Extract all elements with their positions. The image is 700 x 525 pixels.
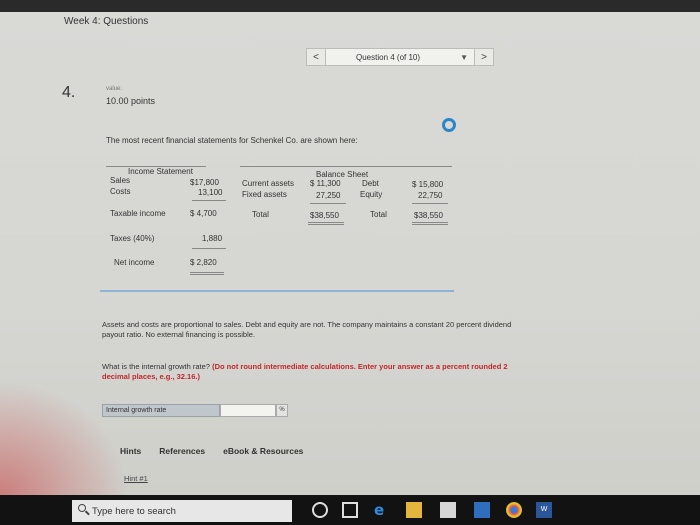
word-icon[interactable]: W <box>536 502 552 518</box>
file-explorer-icon[interactable] <box>406 502 422 518</box>
bs-underline <box>412 203 448 204</box>
progress-ring-icon[interactable] <box>442 118 456 132</box>
browser-screen: Week 4: Questions < Question 4 (of 10) ▼… <box>0 0 700 495</box>
store-icon[interactable] <box>440 502 456 518</box>
edge-browser-icon[interactable]: e <box>374 502 390 518</box>
question-points: 10.00 points <box>106 96 156 106</box>
bs-asset-label: Current assets <box>242 179 295 188</box>
question-select[interactable]: Question 4 (of 10) ▼ <box>326 48 474 66</box>
bs-asset-value: $ 11,300 <box>310 179 341 188</box>
is-label: Taxable income <box>110 209 166 218</box>
resource-tabs: Hints References eBook & Resources <box>120 446 303 456</box>
is-underline <box>192 248 226 249</box>
balance-sheet-title: Balance Sheet <box>316 170 369 179</box>
question-prompt: What is the internal growth rate? (Do no… <box>102 362 532 382</box>
is-label: Costs <box>110 187 131 196</box>
answer-row: Internal growth rate % <box>102 404 288 417</box>
bs-asset-value: $38,550 <box>310 211 339 220</box>
bs-asset-value: 27,250 <box>316 191 341 200</box>
page-title: Week 4: Questions <box>64 16 149 27</box>
bs-double-underline <box>412 222 448 225</box>
next-question-button[interactable]: > <box>474 48 494 66</box>
bs-asset-label: Fixed assets <box>242 190 287 199</box>
bs-liab-label: Total <box>370 210 387 219</box>
is-value: 13,100 <box>198 188 223 197</box>
financial-statements: Income Statement Balance Sheet Sales $17… <box>106 166 454 296</box>
question-paragraph: Assets and costs are proportional to sal… <box>102 320 512 339</box>
is-double-underline <box>190 272 224 275</box>
hint-link[interactable]: Hint #1 <box>124 474 148 483</box>
bs-liab-label: Equity <box>360 190 383 199</box>
bs-liab-value: $38,550 <box>414 211 443 220</box>
search-icon <box>78 504 86 512</box>
is-value: 1,880 <box>202 234 223 243</box>
tab-references[interactable]: References <box>159 446 205 456</box>
question-number: 4. <box>62 84 76 101</box>
is-label: Sales <box>110 176 131 185</box>
prev-question-button[interactable]: < <box>306 48 326 66</box>
bs-liab-value: $ 15,800 <box>412 180 444 189</box>
screen-glare <box>0 380 130 495</box>
answer-label: Internal growth rate <box>102 404 220 417</box>
income-statement-title: Income Statement <box>128 167 193 176</box>
question-select-label: Question 4 (of 10) <box>356 52 421 62</box>
is-value: $ 4,700 <box>190 209 217 218</box>
taskbar-search-input[interactable]: Type here to search <box>72 500 292 522</box>
tab-hints[interactable]: Hints <box>120 446 141 456</box>
window-top-bar <box>0 0 700 12</box>
is-label: Net income <box>114 258 155 267</box>
app-icon[interactable] <box>474 502 490 518</box>
section-divider <box>100 290 454 292</box>
balance-header-line <box>240 166 452 167</box>
is-underline <box>192 200 226 201</box>
bs-asset-label: Total <box>252 210 269 219</box>
is-label: Taxes (40%) <box>110 234 155 243</box>
question-text: What is the internal growth rate? <box>102 362 210 371</box>
bs-liab-value: 22,750 <box>418 191 443 200</box>
tab-ebook-resources[interactable]: eBook & Resources <box>223 446 303 456</box>
chrome-icon[interactable] <box>506 502 522 518</box>
question-navigator: < Question 4 (of 10) ▼ > <box>306 48 494 66</box>
search-placeholder: Type here to search <box>92 505 176 517</box>
internal-growth-rate-input[interactable] <box>220 404 276 417</box>
bs-liab-label: Debt <box>362 179 379 188</box>
chevron-down-icon: ▼ <box>460 53 468 62</box>
question-intro: The most recent financial statements for… <box>106 136 358 145</box>
cortana-icon[interactable] <box>312 502 328 518</box>
is-value: $17,800 <box>190 178 219 187</box>
bs-underline <box>310 203 346 204</box>
percent-unit: % <box>276 404 288 417</box>
bs-double-underline <box>308 222 344 225</box>
task-view-icon[interactable] <box>342 502 358 518</box>
is-value: $ 2,820 <box>190 258 217 267</box>
value-label: value: <box>106 86 123 92</box>
